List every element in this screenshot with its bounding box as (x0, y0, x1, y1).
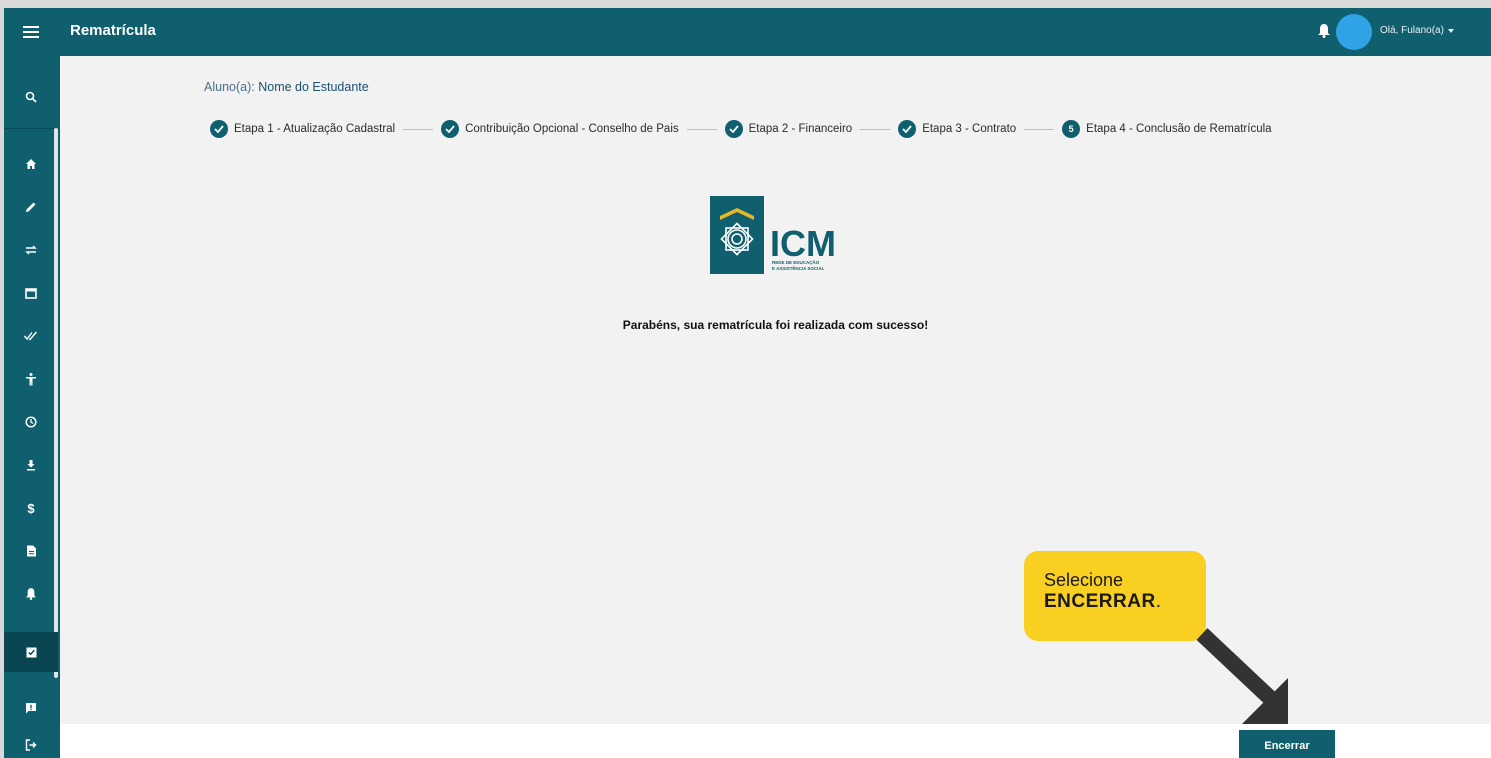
sidebar-item-calendar[interactable] (4, 273, 58, 313)
logo-text: ICM (770, 223, 836, 264)
sidebar-item-documents[interactable] (4, 531, 58, 571)
check-icon (898, 120, 917, 138)
success-message: Parabéns, sua rematrícula foi realizada … (622, 318, 929, 332)
menu-button[interactable] (4, 8, 58, 56)
student-name: Nome do Estudante (258, 80, 369, 94)
step-connector (403, 128, 434, 130)
step-connector (1024, 128, 1055, 130)
check-icon (210, 120, 228, 138)
sidebar-item-finance[interactable]: $ (4, 488, 58, 528)
step-number: 5 (1062, 120, 1081, 138)
sidebar-item-search[interactable] (4, 77, 58, 117)
callout-line-1: Selecione (1044, 570, 1124, 590)
top-bar: Rematrícula Olá, Fulano(a) (4, 8, 1491, 56)
end-button[interactable]: Encerrar (1239, 730, 1335, 758)
check-icon (724, 120, 743, 138)
main-content: Aluno(a): Nome do Estudante Etapa 1 - At… (60, 56, 1491, 724)
step-1[interactable]: Etapa 1 - Atualização Cadastral (210, 120, 395, 138)
home-icon (26, 159, 36, 169)
step-label: Etapa 1 - Atualização Cadastral (234, 123, 396, 135)
caret-down-icon (1447, 28, 1454, 33)
bell-icon (26, 588, 36, 600)
sidebar-item-approvals[interactable] (4, 316, 58, 356)
page-title: Rematrícula (70, 22, 156, 39)
sidebar-item-transfer[interactable] (4, 230, 58, 270)
step-label: Contribuição Opcional - Conselho de Pais (465, 123, 679, 135)
sidebar-item-notifications[interactable] (4, 574, 58, 614)
step-label: Etapa 4 - Conclusão de Rematrícula (1086, 123, 1272, 135)
callout-suffix: . (1155, 591, 1162, 612)
bell-icon (1318, 24, 1330, 38)
sidebar-item-reenrollment[interactable] (4, 632, 58, 672)
step-connector (860, 128, 891, 130)
sidebar-item-home[interactable] (4, 144, 58, 184)
double-check-icon (24, 331, 38, 341)
student-info: Aluno(a): Nome do Estudante (204, 80, 369, 94)
step-3[interactable]: Etapa 3 - Contrato (898, 120, 1016, 138)
logo-subtitle-2: E ASSISTÊNCIA SOCIAL (772, 264, 825, 271)
check-icon (441, 120, 460, 138)
pencil-icon (26, 202, 36, 212)
app-window: Rematrícula Olá, Fulano(a) $ Aluno(a): N… (4, 8, 1491, 758)
instruction-callout: Selecione ENCERRAR. (1024, 551, 1206, 641)
sidebar-item-download[interactable] (4, 445, 58, 485)
accessibility-icon (26, 372, 36, 385)
logout-icon (25, 738, 37, 751)
step-contribution[interactable]: Contribuição Opcional - Conselho de Pais (441, 120, 679, 138)
sidebar-item-history[interactable] (4, 402, 58, 442)
clock-icon (25, 416, 37, 428)
pointer-arrow-icon (1196, 628, 1288, 724)
step-2[interactable]: Etapa 2 - Financeiro (724, 120, 853, 138)
footer-bar: Encerrar (60, 724, 1491, 758)
stepper: Etapa 1 - Atualização Cadastral Contribu… (210, 120, 1272, 138)
sidebar-item-feedback[interactable] (4, 688, 58, 728)
student-label: Aluno(a): (204, 80, 255, 94)
search-icon (25, 91, 37, 103)
dollar-icon: $ (27, 500, 35, 516)
calendar-icon (25, 288, 37, 299)
logo-subtitle-1: REDE DE EDUCAÇÃO (772, 259, 820, 265)
sidebar-item-logout[interactable] (4, 731, 58, 758)
sidebar-divider (4, 128, 58, 129)
callout-line-2: ENCERRAR. (1044, 591, 1186, 613)
feedback-icon (26, 703, 36, 714)
sidebar-item-edit[interactable] (4, 187, 58, 227)
clipboard-check-icon (26, 647, 36, 658)
step-connector (686, 128, 717, 130)
document-icon (26, 545, 36, 557)
notifications-button[interactable] (1318, 24, 1330, 43)
user-menu[interactable]: Olá, Fulano(a) (1380, 25, 1454, 36)
sidebar: $ (4, 56, 60, 758)
step-4[interactable]: 5 Etapa 4 - Conclusão de Rematrícula (1062, 120, 1272, 138)
step-label: Etapa 3 - Contrato (922, 123, 1017, 135)
step-label: Etapa 2 - Financeiro (748, 123, 853, 135)
icm-logo: ICM REDE DE EDUCAÇÃO E ASSISTÊNCIA SOCIA… (710, 196, 836, 274)
swap-icon (25, 245, 37, 255)
user-greeting: Olá, Fulano(a) (1380, 25, 1444, 36)
avatar[interactable] (1336, 14, 1372, 50)
hamburger-icon (23, 26, 39, 38)
callout-emphasis: ENCERRAR (1044, 591, 1156, 612)
sidebar-item-accessibility[interactable] (4, 359, 58, 399)
download-icon (27, 460, 35, 471)
